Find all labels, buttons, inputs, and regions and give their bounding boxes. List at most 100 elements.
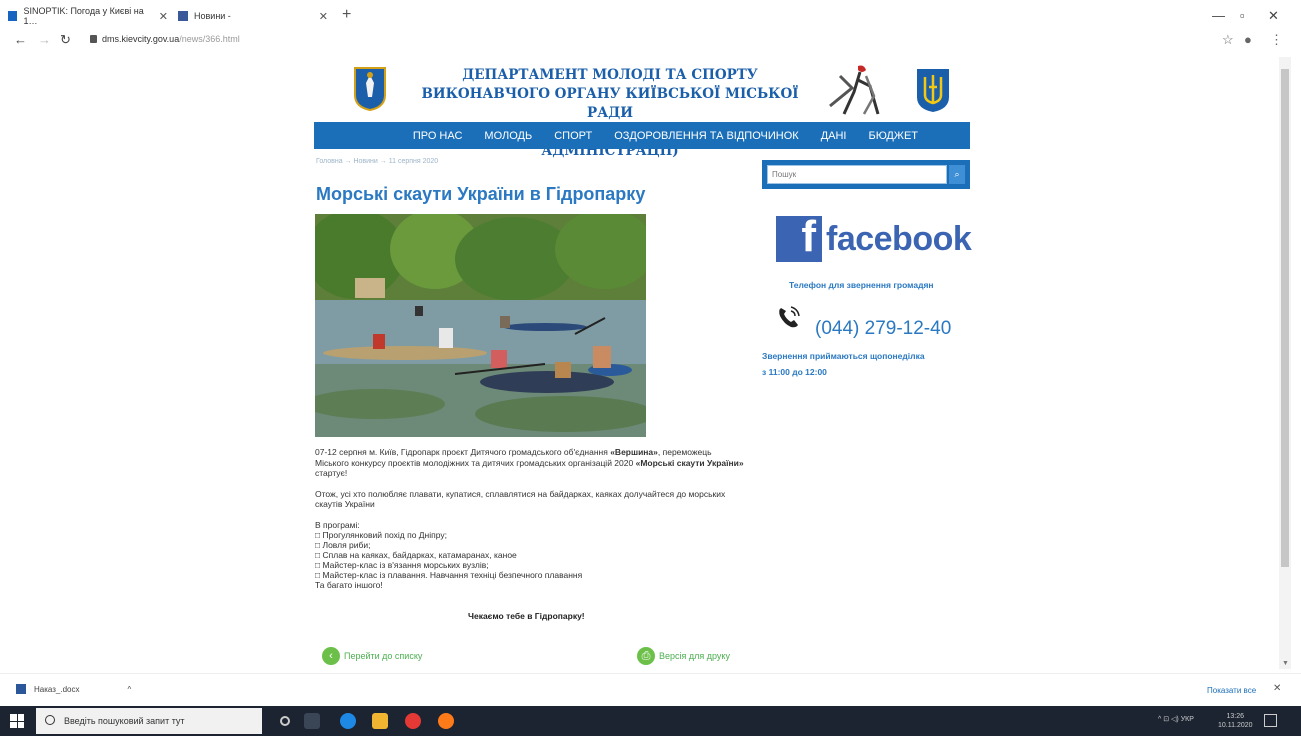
facebook-banner[interactable]: f facebook [776, 216, 972, 262]
back-to-list-label: Перейти до списку [344, 651, 423, 661]
firefox-icon[interactable] [438, 713, 454, 729]
print-version-label: Версія для друку [659, 651, 730, 661]
tab-title: Новини - [194, 11, 231, 21]
list-item-text: Майстер-клас із в'язання морських вузлів… [322, 559, 489, 570]
clock-date: 10.11.2020 [1218, 722, 1253, 729]
taskbar-search[interactable]: Введіть пошуковий запит тут [36, 708, 262, 734]
windows-taskbar: Введіть пошуковий запит тут ^ ⊡ ◁) УКР 1… [0, 706, 1301, 736]
close-tab-icon[interactable]: ✕ [159, 10, 168, 23]
clock-time: 13:26 [1226, 713, 1245, 720]
profile-icon[interactable]: ● [1244, 32, 1252, 47]
list-item: □ Ловля риби; [315, 539, 371, 550]
menu-icon[interactable]: ⋮ [1270, 32, 1283, 48]
browser-tab[interactable]: SINOPTIK: Погода у Києві на 1… ✕ [8, 6, 168, 26]
program-list: В програмі: □ Прогулянковий похід по Дні… [315, 520, 745, 590]
phone-number[interactable]: (044) 279-12-40 [815, 318, 951, 340]
close-download-bar-icon[interactable]: ✕ [1273, 683, 1281, 694]
list-item: □ Прогулянковий похід по Дніпру; [315, 529, 447, 540]
new-tab-button[interactable]: + [342, 6, 351, 24]
facebook-label: facebook [826, 219, 972, 258]
file-explorer-icon[interactable] [372, 713, 388, 729]
minimize-icon[interactable]: — [1212, 8, 1225, 23]
article-paragraph-intro: 07-12 серпня м. Київ, Гідропарк проєкт Д… [315, 447, 745, 479]
chrome-icon[interactable] [405, 713, 421, 729]
start-icon[interactable] [10, 714, 24, 728]
sport-logo-icon [829, 65, 880, 115]
reload-icon[interactable]: ↻ [60, 32, 71, 48]
phone-title: Телефон для звернення громадян [789, 280, 934, 290]
list-item: □ Сплав на каяках, байдарках, катамарана… [315, 549, 517, 560]
phone-note-line1: Звернення приймаються щопонеділка [762, 351, 925, 361]
search-box: ⌕ [762, 160, 970, 189]
tab-title: SINOPTIK: Погода у Києві на 1… [23, 6, 144, 26]
forward-icon[interactable]: → [38, 32, 51, 47]
address-bar: ← → ↻ dms.kievcity.gov.ua/news/366.html … [0, 28, 1301, 52]
nav-item-sport[interactable]: СПОРТ [554, 130, 592, 142]
ukraine-trident-icon [917, 69, 949, 112]
back-to-list-link[interactable]: ‹ Перейти до списку [322, 646, 422, 666]
chevron-up-icon[interactable]: ^ [128, 685, 132, 694]
closing-line: Чекаємо тебе в Гідропарку! [468, 611, 585, 621]
star-icon[interactable]: ☆ [1222, 32, 1234, 48]
list-item-text: Прогулянковий похід по Дніпру; [322, 529, 447, 540]
article-photo [315, 214, 646, 437]
notifications-icon[interactable] [1264, 714, 1277, 727]
download-item[interactable]: Наказ_.docx ^ [16, 684, 131, 694]
org-name: «Вершина» [610, 447, 658, 457]
word-doc-icon [16, 684, 26, 694]
download-bar: Наказ_.docx ^ Показати все ✕ [0, 673, 1301, 703]
nav-item-recreation[interactable]: ОЗДОРОВЛЕННЯ ТА ВІДПОЧИНОК [614, 130, 798, 142]
system-tray[interactable]: ^ ⊡ ◁) УКР [1158, 715, 1194, 723]
nav-item-about[interactable]: ПРО НАС [413, 130, 463, 142]
close-window-icon[interactable]: ✕ [1268, 8, 1279, 24]
print-version-link[interactable]: ⎙ Версія для друку [637, 646, 730, 666]
url-path: /news/366.html [179, 34, 240, 44]
nav-item-data[interactable]: ДАНІ [821, 130, 847, 142]
url-field[interactable]: dms.kievcity.gov.ua/news/366.html [90, 34, 240, 44]
list-item: □ Майстер-клас із плавання. Навчання тех… [315, 569, 583, 580]
program-title: В програмі: [315, 519, 360, 530]
language-indicator[interactable]: УКР [1181, 716, 1194, 723]
back-icon[interactable]: ← [14, 32, 27, 47]
close-tab-icon[interactable]: ✕ [319, 10, 328, 23]
download-filename: Наказ_.docx [34, 684, 80, 694]
favicon-icon [8, 11, 18, 21]
breadcrumb[interactable]: Головна → Новини → 11 серпня 2020 [316, 158, 438, 165]
search-icon [45, 715, 55, 725]
nav-item-youth[interactable]: МОЛОДЬ [484, 130, 532, 142]
nav-item-budget[interactable]: БЮДЖЕТ [868, 130, 918, 142]
lock-icon [90, 35, 97, 43]
project-name: «Морські скаути України» [635, 457, 744, 468]
url-host: dms.kievcity.gov.ua [102, 34, 180, 44]
list-item-text: Майстер-клас із плавання. Навчання техні… [322, 569, 583, 580]
list-item-text: Сплав на каяках, байдарках, катамаранах,… [322, 549, 517, 560]
print-icon: ⎙ [637, 647, 655, 665]
facebook-icon: f [776, 216, 822, 262]
search-input[interactable] [767, 165, 947, 184]
scrollbar-thumb[interactable] [1281, 69, 1289, 567]
header-title-line1: ДЕПАРТАМЕНТ МОЛОДІ ТА СПОРТУ [462, 67, 758, 83]
taskbar-clock[interactable]: 13:26 10.11.2020 [1218, 712, 1253, 730]
taskbar-search-placeholder: Введіть пошуковий запит тут [64, 716, 185, 726]
header-title-line2: ВИКОНАВЧОГО ОРГАНУ КИЇВСЬКОЇ МІСЬКОЇ РАД… [421, 86, 799, 121]
back-arrow-icon: ‹ [322, 647, 340, 665]
edge-icon[interactable] [340, 713, 356, 729]
favicon-icon [178, 11, 188, 21]
text-run: стартує! [315, 468, 348, 478]
search-icon[interactable]: ⌕ [949, 165, 965, 184]
task-view-icon[interactable] [304, 713, 320, 729]
article-paragraph-invite: Отож, усі хто полюбляє плавати, купатися… [315, 488, 726, 510]
list-item-text: Ловля риби; [322, 539, 371, 550]
browser-tab-active[interactable]: Новини - ✕ [178, 6, 328, 26]
show-all-downloads-link[interactable]: Показати все [1207, 686, 1256, 695]
kyiv-coat-of-arms-icon [354, 67, 386, 111]
list-item: □ Майстер-клас із в'язання морських вузл… [315, 559, 489, 570]
phone-note: Звернення приймаються щопонеділка з 11:0… [762, 348, 925, 380]
phone-note-line2: з 11:00 до 12:00 [762, 367, 827, 377]
scroll-down-icon[interactable]: ▼ [1282, 660, 1289, 667]
maximize-icon[interactable]: ▫ [1240, 8, 1245, 23]
text-run: 07-12 серпня м. Київ, Гідропарк проєкт Д… [315, 447, 611, 457]
cortana-icon[interactable] [280, 716, 290, 726]
page-scrollbar[interactable]: ▼ [1279, 57, 1291, 669]
browser-tab-bar: SINOPTIK: Погода у Києві на 1… ✕ Новини … [0, 0, 1301, 28]
